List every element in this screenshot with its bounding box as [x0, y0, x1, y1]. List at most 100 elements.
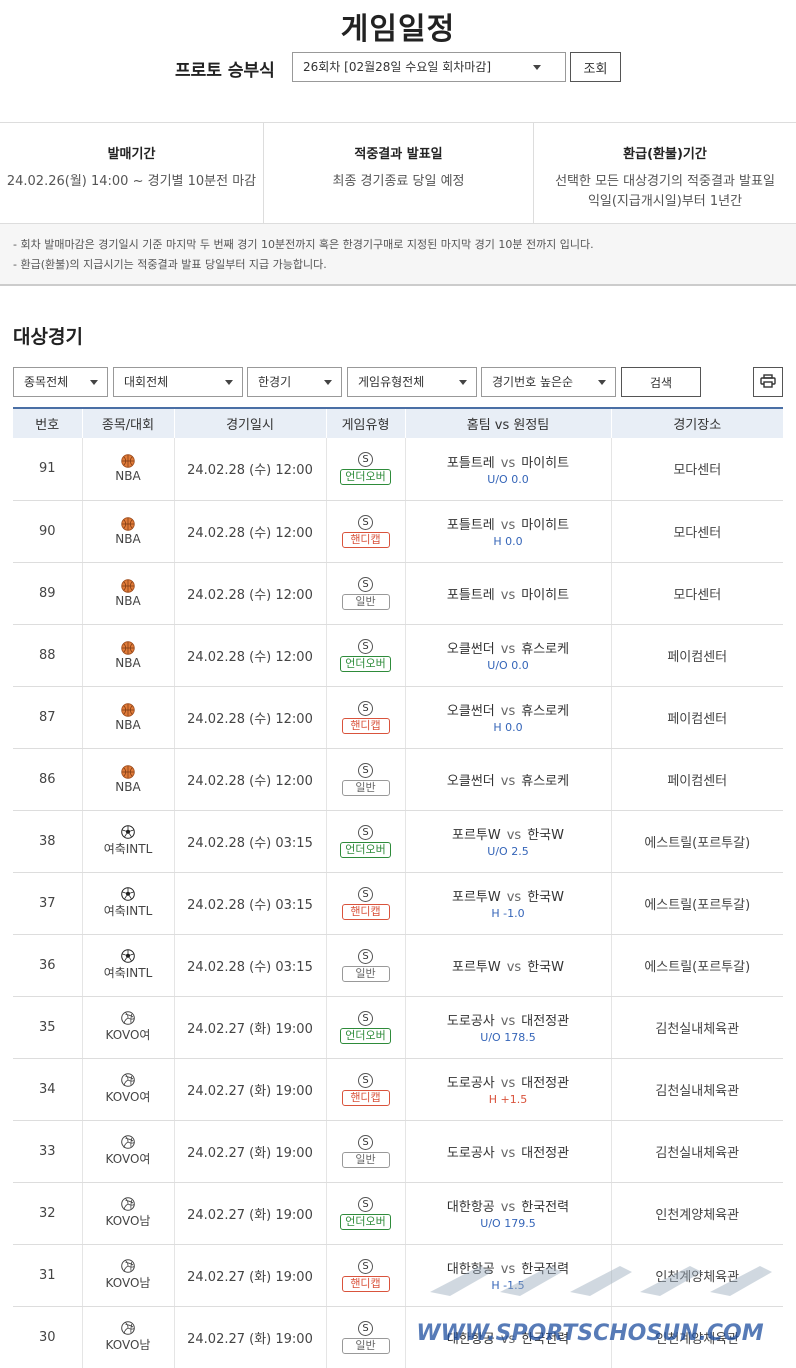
- table-row[interactable]: 87 NBA 24.02.28 (수) 12:00 S 핸디캡 오클썬더 vs 휴스로케 H 0…: [13, 686, 783, 749]
- game-type-badge: 일반: [341, 1337, 390, 1354]
- league-filter-select[interactable]: 대회전체: [113, 367, 243, 397]
- search-button[interactable]: 검색: [621, 367, 701, 397]
- vs-label: vs: [500, 455, 516, 471]
- game-type: S 핸디캡: [327, 886, 405, 920]
- away-team: 휴스로케: [521, 704, 570, 719]
- game-type: S 언더오버: [327, 1010, 405, 1044]
- teams-cell: 포틀트레 vs 마이히트: [405, 562, 612, 625]
- table-row[interactable]: 37 여축INTL 24.02.28 (수) 03:15 S 핸디캡 포르투W vs 한국W H…: [13, 872, 783, 935]
- col-header-teams: 홈팀 vs 원정팀: [405, 407, 612, 438]
- table-row[interactable]: 36 여축INTL 24.02.28 (수) 03:15 S 일반 포르투W vs 한국W 에스…: [13, 934, 783, 997]
- match-teams: 도로공사 vs 대전정관 H +1.5: [406, 1072, 611, 1106]
- info-text: 익일(지급개시일)부터 1년간: [587, 194, 743, 209]
- game-type: S 핸디캡: [327, 514, 405, 548]
- match-datetime: 24.02.27 (화) 19:00: [174, 996, 327, 1059]
- sport-league-cell: 여축INTL: [82, 934, 175, 997]
- away-team: 마이히트: [521, 455, 570, 471]
- teams-cell: 포르투W vs 한국W H -1.0: [405, 872, 612, 935]
- game-type: S 일반: [327, 1134, 405, 1168]
- sport-league-cell: KOVO남: [82, 1306, 175, 1368]
- table-row[interactable]: 31 KOVO남 24.02.27 (화) 19:00 S 핸디캡 대한항공 vs 한국전력 H…: [13, 1244, 783, 1307]
- match-table: 번호 종목/대회 경기일시 게임유형 홈팀 vs 원정팀 경기장소 91 NBA 2…: [13, 407, 783, 1368]
- match-teams: 포틀트레 vs 마이히트 U/O 0.0: [406, 452, 611, 486]
- league-name: NBA: [115, 469, 141, 484]
- basketball-icon: [121, 764, 135, 779]
- table-row[interactable]: 91 NBA 24.02.28 (수) 12:00 S 언더오버 포틀트레 vs 마이히트 U/…: [13, 438, 783, 501]
- sport-league-cell: NBA: [82, 438, 175, 501]
- game-type-badge: 핸디캡: [341, 531, 390, 548]
- info-text: 선택한 모든 대상경기의 적중결과 발표일: [555, 174, 775, 189]
- basketball-icon: [121, 640, 135, 655]
- table-row[interactable]: 30 KOVO남 24.02.27 (화) 19:00 S 일반 대한항공 vs 한국전력 인천…: [13, 1306, 783, 1368]
- col-header-sport: 종목/대회: [82, 407, 175, 438]
- game-type-badge: 핸디캡: [341, 903, 390, 920]
- match-number: 36: [13, 934, 83, 997]
- sort-order-select[interactable]: 경기번호 높은순: [481, 367, 616, 397]
- printer-icon: [760, 373, 776, 388]
- game-type-filter-select[interactable]: 게임유형전체: [347, 367, 477, 397]
- table-row[interactable]: 90 NBA 24.02.28 (수) 12:00 S 핸디캡 포틀트레 vs 마이히트 H 0…: [13, 500, 783, 563]
- match-number: 90: [13, 500, 83, 563]
- single-game-filter-select[interactable]: 한경기: [247, 367, 342, 397]
- home-team: 오클썬더: [446, 773, 495, 789]
- round-label: 프로토 승부식: [175, 61, 275, 81]
- table-row[interactable]: 86 NBA 24.02.28 (수) 12:00 S 일반 오클썬더 vs 휴스로케 페이컴센…: [13, 748, 783, 811]
- away-team: 휴스로케: [521, 642, 570, 657]
- venue: 페이컴센터: [611, 686, 783, 749]
- venue: 모다센터: [611, 438, 783, 501]
- volleyball-icon: [121, 1259, 135, 1273]
- match-teams: 오클썬더 vs 휴스로케 H 0.0: [406, 700, 611, 734]
- col-header-game-type: 게임유형: [326, 407, 406, 438]
- match-number: 89: [13, 562, 83, 625]
- home-team: 포르투W: [452, 959, 501, 975]
- teams-cell: 대한항공 vs 한국전력 H -1.5: [405, 1244, 612, 1307]
- sport-league: KOVO여: [83, 1073, 174, 1105]
- sport-league-cell: 여축INTL: [82, 810, 175, 873]
- game-type-cell: S 핸디캡: [326, 1058, 406, 1121]
- game-type-badge: 일반: [341, 779, 390, 796]
- away-team: 대전정관: [521, 1014, 570, 1029]
- info-heading: 발매기간: [107, 147, 156, 162]
- soccer-ball-icon: [121, 949, 135, 963]
- league-name: NBA: [115, 779, 141, 794]
- away-team: 대전정관: [521, 1145, 570, 1161]
- round-search-button[interactable]: 조회: [570, 52, 621, 82]
- handicap-value: H 0.0: [493, 721, 523, 734]
- table-row[interactable]: 88 NBA 24.02.28 (수) 12:00 S 언더오버 오클썬더 vs 휴스로케 U/…: [13, 624, 783, 687]
- sport-filter-select[interactable]: 종목전체: [13, 367, 108, 397]
- table-row[interactable]: 35 KOVO여 24.02.27 (화) 19:00 S 언더오버 도로공사 vs 대전정관…: [13, 996, 783, 1059]
- teams-cell: 오클썬더 vs 휴스로케 U/O 0.0: [405, 624, 612, 687]
- table-row[interactable]: 89 NBA 24.02.28 (수) 12:00 S 일반 포틀트레 vs 마이히트 모다센터: [13, 562, 783, 625]
- notice-line: - 회차 발매마감은 경기일시 기준 마지막 두 번째 경기 10분전까지 혹은…: [13, 238, 594, 251]
- table-row[interactable]: 38 여축INTL 24.02.28 (수) 03:15 S 언더오버 포르투W vs 한국W…: [13, 810, 783, 873]
- game-type: S 언더오버: [327, 452, 405, 486]
- teams-cell: 도로공사 vs 대전정관: [405, 1120, 612, 1183]
- game-type-badge: 언더오버: [340, 1213, 391, 1230]
- teams-cell: 도로공사 vs 대전정관 H +1.5: [405, 1058, 612, 1121]
- basketball-icon: [121, 454, 135, 468]
- away-team: 마이히트: [521, 587, 570, 603]
- table-row[interactable]: 33 KOVO여 24.02.27 (화) 19:00 S 일반 도로공사 vs 대전정관 김천…: [13, 1120, 783, 1183]
- sport-league: NBA: [83, 454, 174, 483]
- basketball-icon: [121, 578, 135, 593]
- league-name: KOVO남: [105, 1338, 151, 1352]
- volleyball-icon: [121, 1073, 135, 1087]
- sport-league: NBA: [83, 578, 174, 608]
- match-teams: 포틀트레 vs 마이히트 H 0.0: [406, 514, 611, 548]
- table-row[interactable]: 34 KOVO여 24.02.27 (화) 19:00 S 핸디캡 도로공사 vs 대전정관 H…: [13, 1058, 783, 1121]
- game-type-cell: S 일반: [326, 1120, 406, 1183]
- away-team: 휴스로케: [521, 773, 570, 789]
- teams-cell: 도로공사 vs 대전정관 U/O 178.5: [405, 996, 612, 1059]
- info-sale-period: 발매기간 24.02.26(월) 14:00 ~ 경기별 10분전 마감: [0, 123, 264, 223]
- s-mark-badge: S: [358, 514, 373, 530]
- round-select[interactable]: 26회차 [02월28일 수요일 회차마감]: [292, 52, 566, 82]
- game-type-badge: 핸디캡: [341, 717, 390, 734]
- match-teams: 오클썬더 vs 휴스로케 U/O 0.0: [406, 638, 611, 672]
- handicap-value: H +1.5: [488, 1093, 528, 1106]
- venue: 에스트릴(포르투갈): [611, 810, 783, 873]
- table-row[interactable]: 32 KOVO남 24.02.27 (화) 19:00 S 언더오버 대한항공 vs 한국전력…: [13, 1182, 783, 1245]
- venue: 모다센터: [611, 562, 783, 625]
- match-datetime: 24.02.28 (수) 12:00: [174, 748, 327, 811]
- print-button[interactable]: [753, 367, 783, 397]
- info-text: 최종 경기종료 당일 예정: [332, 174, 465, 189]
